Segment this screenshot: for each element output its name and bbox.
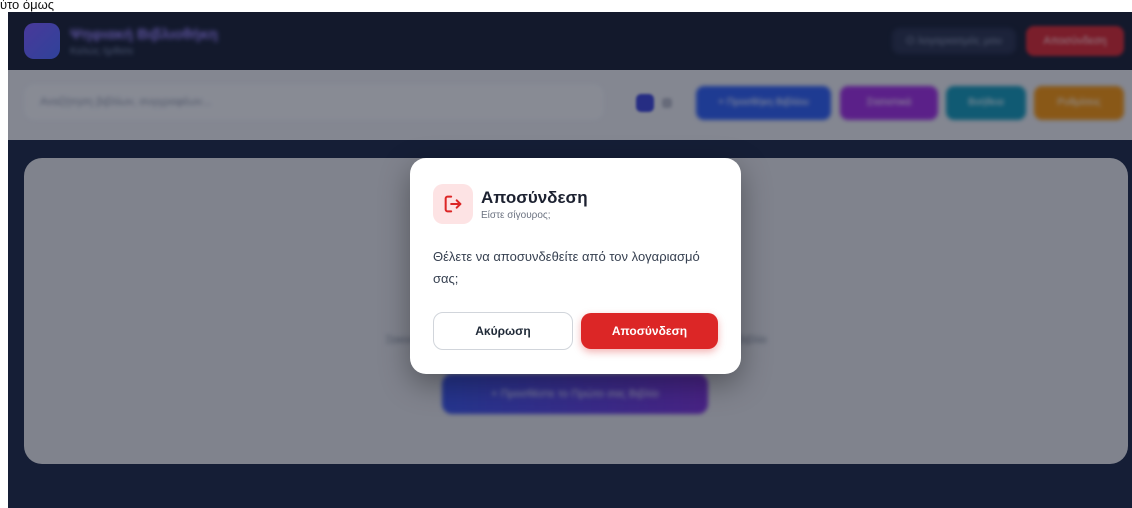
logout-icon	[444, 195, 462, 213]
logout-dialog: Αποσύνδεση Είστε σίγουρος; Θέλετε να απο…	[410, 158, 741, 374]
confirm-logout-button[interactable]: Αποσύνδεση	[581, 313, 718, 349]
dialog-subtitle: Είστε σίγουρος;	[481, 210, 551, 221]
dialog-message: Θέλετε να αποσυνδεθείτε από τον λογαριασ…	[433, 249, 700, 286]
clipped-top-text: ύτο όμως	[0, 0, 55, 12]
logout-icon-badge	[433, 184, 473, 224]
dialog-title: Αποσύνδεση	[481, 188, 588, 207]
cancel-button[interactable]: Ακύρωση	[433, 312, 573, 350]
